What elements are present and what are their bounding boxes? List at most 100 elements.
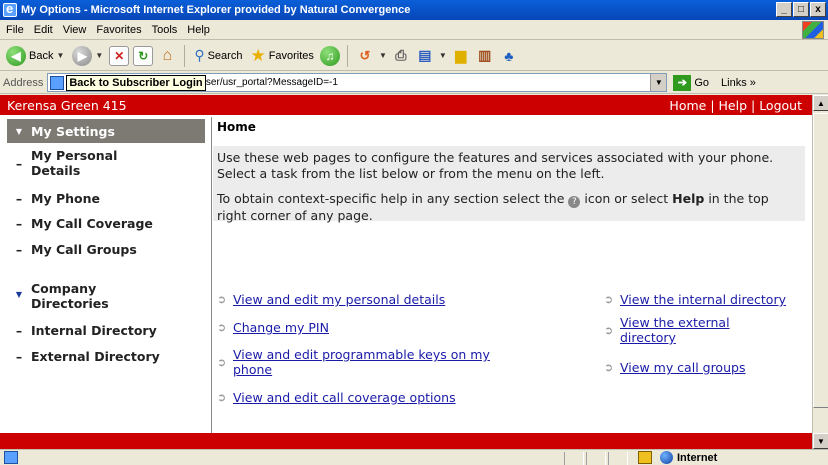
sidebar-item-external-directory[interactable]: – External Directory xyxy=(7,349,160,364)
menu-edit[interactable]: Edit xyxy=(34,24,53,36)
refresh-icon[interactable]: ↻ xyxy=(133,45,154,66)
edit-icon[interactable]: ▤ xyxy=(415,46,435,66)
chevron-down-icon[interactable]: ▼ xyxy=(95,51,103,60)
menu-help[interactable]: Help xyxy=(187,24,210,36)
link-external-directory[interactable]: ➲ View the external directory xyxy=(604,315,770,345)
sidebar-item-call-coverage[interactable]: – My Call Coverage xyxy=(7,216,153,231)
back-button[interactable]: ◀ Back ▼ xyxy=(4,43,66,69)
favorites-button[interactable]: ★ Favorites xyxy=(248,43,316,69)
menu-file[interactable]: File xyxy=(6,24,24,36)
sidebar-item-internal-directory[interactable]: – Internal Directory xyxy=(7,323,157,338)
zone-label: Internet xyxy=(677,451,718,464)
stop-icon[interactable]: ✕ xyxy=(109,45,130,66)
home-link[interactable]: Home xyxy=(669,98,706,113)
sidebar-item-label: Internal Directory xyxy=(31,323,157,338)
maximize-button[interactable]: □ xyxy=(793,2,809,17)
arrow-circle-icon: ➲ xyxy=(604,324,614,337)
go-button[interactable]: ➔ Go xyxy=(673,74,710,91)
arrow-circle-icon: ➲ xyxy=(217,321,227,334)
footer-bar xyxy=(0,433,812,449)
favorites-label: Favorites xyxy=(268,49,314,62)
link-personal-details[interactable]: ➲ View and edit my personal details xyxy=(217,292,445,307)
scroll-thumb[interactable] xyxy=(813,113,828,408)
tooltip: Back to Subscriber Login xyxy=(66,75,206,91)
window-controls: _ □ x xyxy=(776,2,826,17)
logout-link[interactable]: Logout xyxy=(759,98,802,113)
lock-icon xyxy=(638,451,652,464)
address-input[interactable]: Back to Subscriber Login user/usr_portal… xyxy=(47,73,668,92)
search-button[interactable]: ⚲ Search xyxy=(192,43,244,69)
chevron-down-icon[interactable]: ▼ xyxy=(650,74,667,91)
link-internal-directory[interactable]: ➲ View the internal directory xyxy=(604,292,786,307)
menu-favorites[interactable]: Favorites xyxy=(96,24,141,36)
address-bar: Address Back to Subscriber Login user/us… xyxy=(0,72,828,94)
scroll-up-icon[interactable]: ▲ xyxy=(813,95,828,111)
info-block: Use these web pages to configure the fea… xyxy=(213,146,805,223)
forward-button[interactable]: ▶ ▼ xyxy=(70,43,105,69)
sidebar-item-label: My Settings xyxy=(31,123,115,139)
sidebar-item-my-phone[interactable]: – My Phone xyxy=(7,191,100,206)
dash-icon: – xyxy=(15,242,23,257)
address-url: user/usr_portal?MessageID=-1 xyxy=(200,77,338,88)
back-label: Back xyxy=(29,49,54,62)
link-change-pin[interactable]: ➲ Change my PIN xyxy=(217,320,329,335)
dash-icon: – xyxy=(15,216,23,231)
sidebar-item-my-settings[interactable]: ▼ My Settings xyxy=(7,119,205,143)
back-arrow-icon: ◀ xyxy=(6,45,26,66)
triangle-down-icon: ▼ xyxy=(15,290,23,299)
address-label: Address xyxy=(3,76,44,89)
folder-icon[interactable]: ▆ xyxy=(451,46,471,66)
link-programmable-keys[interactable]: ➲ View and edit programmable keys on my … xyxy=(217,347,513,377)
sidebar-item-call-groups[interactable]: – My Call Groups xyxy=(7,242,137,257)
search-label: Search xyxy=(207,49,243,62)
toolbar-divider xyxy=(346,44,348,67)
history-icon[interactable]: ↺ xyxy=(355,46,375,66)
intro-text: Use these web pages to configure the fea… xyxy=(217,150,774,181)
window-title: My Options - Microsoft Internet Explorer… xyxy=(21,4,411,16)
media-icon[interactable]: ♫ xyxy=(319,45,340,66)
sidebar-item-label: External Directory xyxy=(31,349,160,364)
page-icon xyxy=(50,75,65,90)
go-arrow-icon: ➔ xyxy=(673,74,692,91)
links-button[interactable]: Links » xyxy=(721,77,756,89)
toolbar: ◀ Back ▼ ▶ ▼ ✕ ↻ ⌂ ⚲ Search ★ Favorites … xyxy=(0,41,828,71)
toolbar-divider xyxy=(184,44,186,67)
arrow-circle-icon: ➲ xyxy=(217,293,227,306)
go-label: Go xyxy=(694,76,710,89)
sidebar-item-personal-details[interactable]: – My Personal Details xyxy=(7,148,161,178)
close-button[interactable]: x xyxy=(810,2,826,17)
messenger-icon[interactable]: ♣ xyxy=(499,46,519,66)
chevron-down-icon[interactable]: ▼ xyxy=(439,51,447,60)
ie-icon xyxy=(3,1,17,17)
search-icon: ⚲ xyxy=(194,47,205,63)
arrow-circle-icon: ➲ xyxy=(604,293,614,306)
sidebar-item-company-directories[interactable]: ▼ Company Directories xyxy=(7,281,161,311)
sidebar: ▼ My Settings – My Personal Details – My… xyxy=(0,117,212,449)
menu-view[interactable]: View xyxy=(63,24,87,36)
main-content: Home Use these web pages to configure th… xyxy=(213,117,812,449)
scroll-down-icon[interactable]: ▼ xyxy=(813,433,828,449)
menu-bar: File Edit View Favorites Tools Help xyxy=(0,20,828,40)
arrow-circle-icon: ➲ xyxy=(217,391,227,404)
dash-icon: – xyxy=(15,156,23,171)
sidebar-item-label: Company Directories xyxy=(31,281,109,311)
triangle-down-icon: ▼ xyxy=(15,126,23,136)
page-title: Home xyxy=(213,117,812,146)
chevron-down-icon[interactable]: ▼ xyxy=(379,51,387,60)
globe-icon xyxy=(660,451,673,464)
minimize-button[interactable]: _ xyxy=(776,2,792,17)
dash-icon: – xyxy=(15,349,23,364)
home-icon[interactable]: ⌂ xyxy=(157,46,177,66)
print-icon[interactable]: ⎙ xyxy=(391,46,411,66)
sidebar-item-label: My Call Coverage xyxy=(31,216,153,231)
vertical-scrollbar[interactable]: ▲ ▼ xyxy=(812,95,828,449)
browser-window: My Options - Microsoft Internet Explorer… xyxy=(0,0,828,465)
link-call-groups[interactable]: ➲ View my call groups xyxy=(604,360,745,375)
research-icon[interactable]: ▥ xyxy=(475,46,495,66)
help-link[interactable]: Help xyxy=(719,98,748,113)
chevron-down-icon[interactable]: ▼ xyxy=(56,51,64,60)
menu-tools[interactable]: Tools xyxy=(152,24,178,36)
header-bar: Kerensa Green 415 Home | Help | Logout xyxy=(0,95,812,117)
security-zone: Internet xyxy=(660,451,717,464)
link-call-coverage[interactable]: ➲ View and edit call coverage options xyxy=(217,390,456,405)
